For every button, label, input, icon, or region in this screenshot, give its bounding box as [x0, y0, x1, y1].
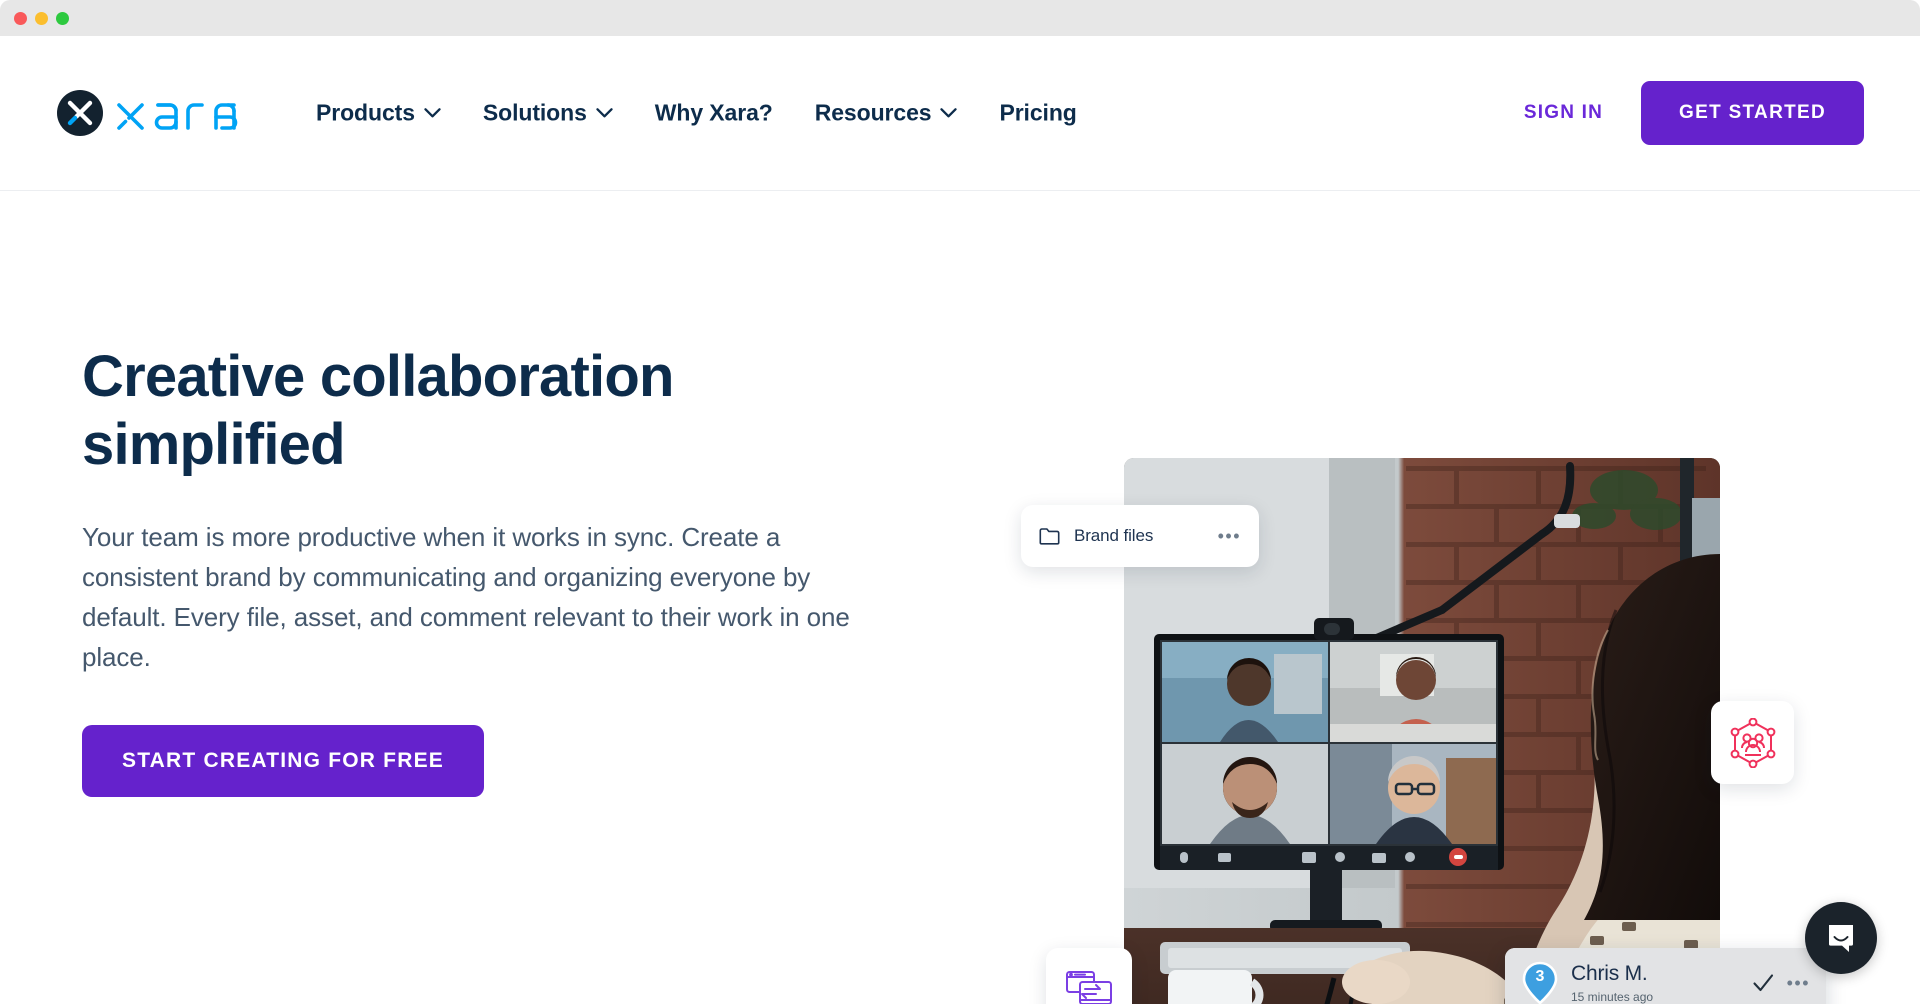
chat-launcher-button[interactable]	[1805, 902, 1877, 974]
comment-card: Mark as resolved 3 Chris M. 15 minutes a…	[1505, 948, 1826, 1004]
window-traffic-lights	[14, 12, 69, 25]
nav-item-resources[interactable]: Resources	[794, 90, 979, 137]
devices-sync-icon	[1066, 971, 1112, 1004]
devices-sync-badge	[1046, 948, 1132, 1004]
get-started-button[interactable]: GET STARTED	[1641, 81, 1864, 145]
hero-copy: Creative collaboration simplified Your t…	[82, 343, 922, 797]
site-header: Products Solutions Why Xara? Resources P…	[0, 36, 1920, 191]
people-network-badge	[1711, 701, 1794, 784]
sign-in-link[interactable]: SIGN IN	[1524, 102, 1603, 124]
close-window-button[interactable]	[14, 12, 27, 25]
brand-files-label: Brand files	[1074, 526, 1154, 545]
chat-bubble-icon	[1829, 925, 1853, 952]
comment-header: Mark as resolved 3 Chris M. 15 minutes a…	[1505, 948, 1826, 1004]
comment-meta: Chris M. 15 minutes ago	[1571, 962, 1739, 1003]
nav-label: Solutions	[482, 99, 587, 126]
header-actions: SIGN IN GET STARTED	[1524, 81, 1864, 145]
chevron-down-icon	[596, 108, 613, 118]
hero-subtitle: Your team is more productive when it wor…	[82, 521, 850, 672]
check-icon[interactable]	[1751, 971, 1775, 995]
comment-timestamp: 15 minutes ago	[1571, 989, 1654, 1004]
minimize-window-button[interactable]	[35, 12, 48, 25]
nav-label: Resources	[814, 99, 932, 126]
maximize-window-button[interactable]	[56, 12, 69, 25]
nav-item-solutions[interactable]: Solutions	[462, 90, 634, 137]
nav-label: Products	[316, 99, 415, 126]
nav-item-why-xara[interactable]: Why Xara?	[634, 90, 794, 137]
comment-pin: 3	[1521, 961, 1559, 1004]
brand-files-card[interactable]: Brand files •••	[1021, 505, 1259, 567]
start-creating-for-free-button[interactable]: START CREATING FOR FREE	[82, 725, 484, 797]
brand-files-menu-button[interactable]: •••	[1218, 527, 1241, 545]
nav-item-products[interactable]: Products	[295, 90, 462, 137]
comment-menu-button[interactable]: •••	[1787, 974, 1810, 992]
main-navigation: Products Solutions Why Xara? Resources P…	[295, 90, 1098, 137]
folder-icon	[1039, 528, 1060, 545]
brand-logo[interactable]	[57, 90, 244, 136]
people-network-icon	[1730, 717, 1775, 768]
comment-pin-count: 3	[1535, 968, 1545, 985]
comment-author: Chris M.	[1571, 962, 1648, 986]
nav-label: Why Xara?	[654, 99, 773, 126]
chevron-down-icon	[940, 108, 958, 118]
hero-section: Creative collaboration simplified Your t…	[0, 191, 1920, 1004]
xara-wordmark-icon	[117, 103, 238, 130]
nav-label: Pricing	[999, 99, 1077, 126]
hero-visual: Brand files ••• 3 Chris M. 15 minutes ag…	[1021, 458, 1826, 1004]
chevron-down-icon	[424, 108, 441, 118]
page-title: Creative collaboration simplified	[82, 344, 674, 478]
nav-item-pricing[interactable]: Pricing	[978, 90, 1097, 137]
page-content: Products Solutions Why Xara? Resources P…	[0, 36, 1920, 1004]
browser-chrome	[0, 0, 1920, 36]
xara-x-logo-icon	[57, 90, 103, 136]
